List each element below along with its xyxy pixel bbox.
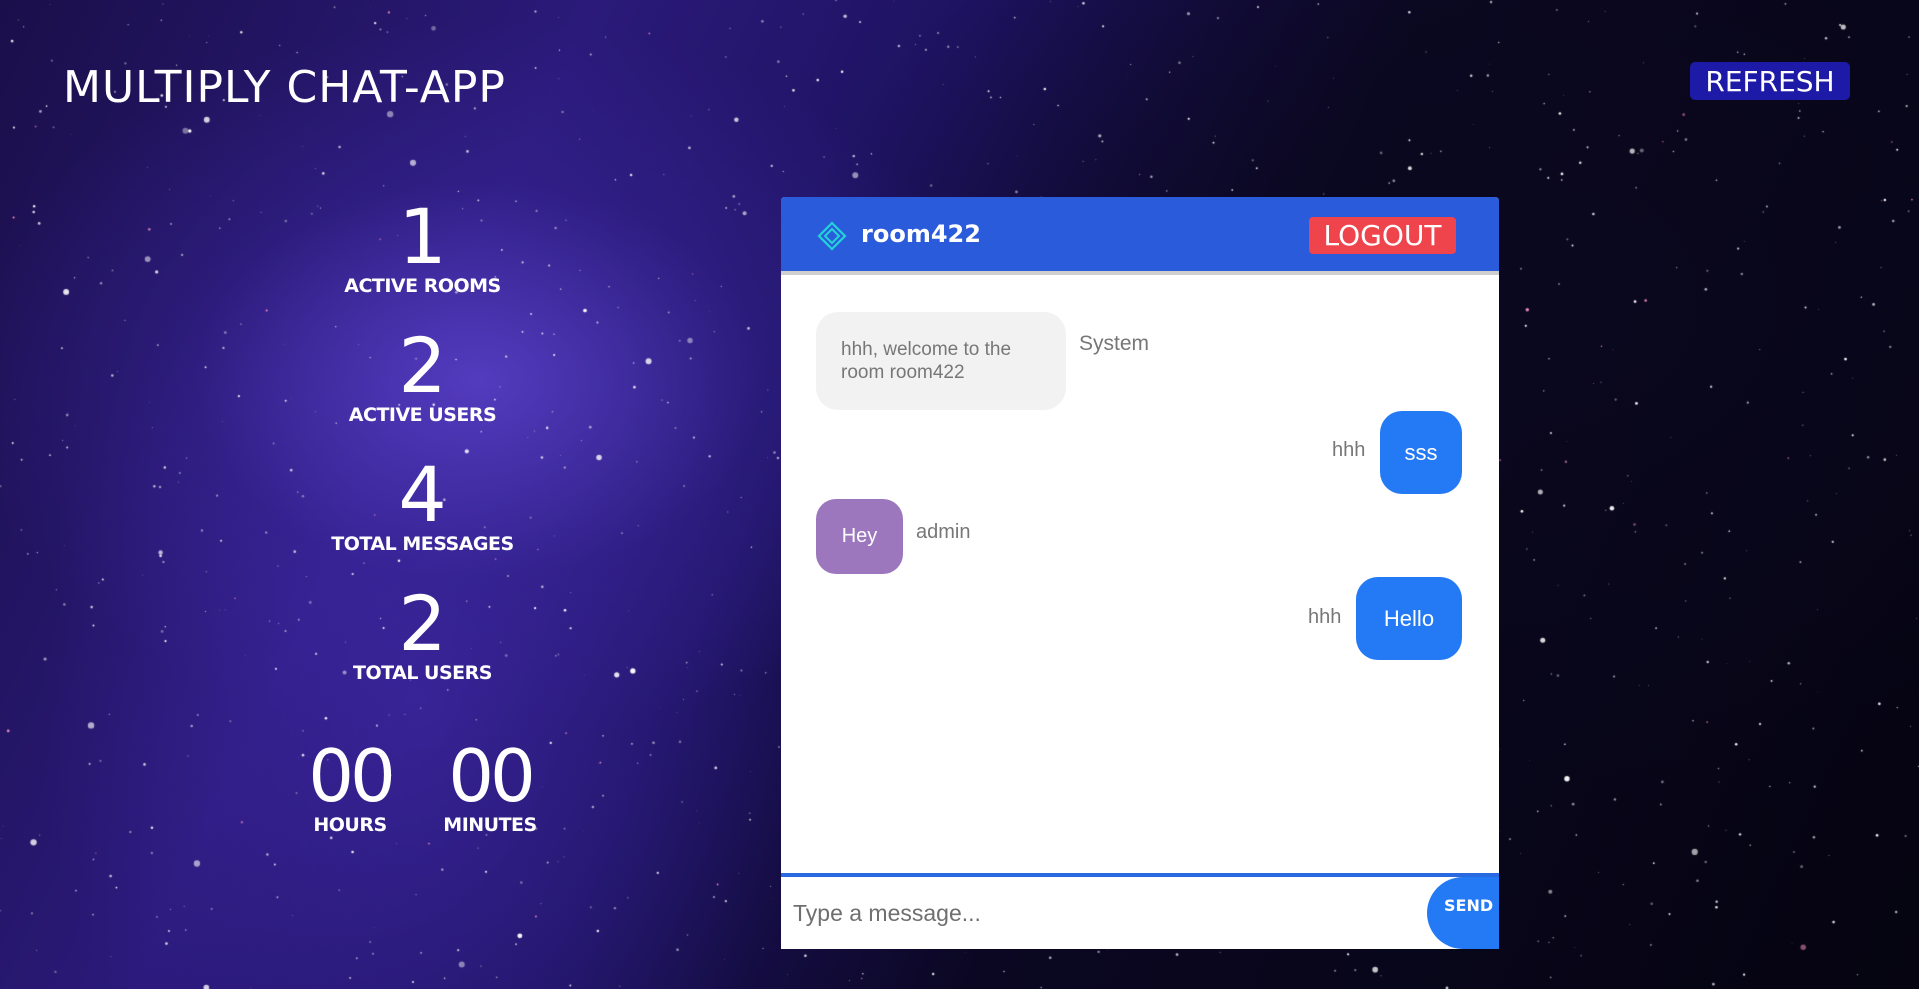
timer-hours-value: 00 [308,734,396,818]
stats-panel: 1 ACTIVE ROOMS 2 ACTIVE USERS 4 TOTAL ME… [300,192,545,716]
message-bubble: Hello [1356,577,1462,660]
room-name: room422 [861,220,981,248]
logout-button[interactable]: LOGOUT [1309,217,1456,254]
stat-value: 2 [398,579,447,668]
stat-label: ACTIVE USERS [348,404,497,426]
stat-active-rooms: 1 ACTIVE ROOMS [300,192,545,329]
timer-hours: 00 HOURS [295,738,405,836]
stat-value: 2 [398,321,447,410]
diamond-icon [817,221,847,251]
message-sender: hhh [1308,606,1342,628]
message-bubble: Hey [816,499,903,574]
message-bubble: sss [1380,411,1462,494]
refresh-button[interactable]: REFRESH [1690,62,1850,100]
stat-label: ACTIVE ROOMS [344,275,501,297]
message-list[interactable]: hhh, welcome to the room room422 System … [781,275,1499,870]
stat-value: 1 [398,192,447,281]
uptime-timer: 00 HOURS 00 MINUTES [295,738,545,836]
message-sender: hhh [1332,439,1366,461]
message-sender: admin [916,521,971,543]
app-title: MULTIPLY CHAT-APP [63,62,506,113]
message-composer: SEND [781,873,1499,949]
stat-total-messages: 4 TOTAL MESSAGES [300,450,545,587]
stat-label: TOTAL USERS [353,662,492,684]
chat-window: room422 LOGOUT hhh, welcome to the room … [781,197,1499,949]
message-sender: System [1079,332,1150,355]
timer-minutes-value: 00 [448,734,536,818]
stat-total-users: 2 TOTAL USERS [300,579,545,716]
message-input[interactable] [791,887,1415,939]
send-button[interactable]: SEND [1427,877,1499,949]
chat-header: room422 LOGOUT [781,197,1499,275]
stat-value: 4 [398,450,447,539]
stat-active-users: 2 ACTIVE USERS [300,321,545,458]
stat-label: TOTAL MESSAGES [331,533,514,555]
message-bubble: hhh, welcome to the room room422 [816,312,1066,410]
timer-minutes: 00 MINUTES [435,738,545,836]
timer-minutes-label: MINUTES [443,814,537,836]
